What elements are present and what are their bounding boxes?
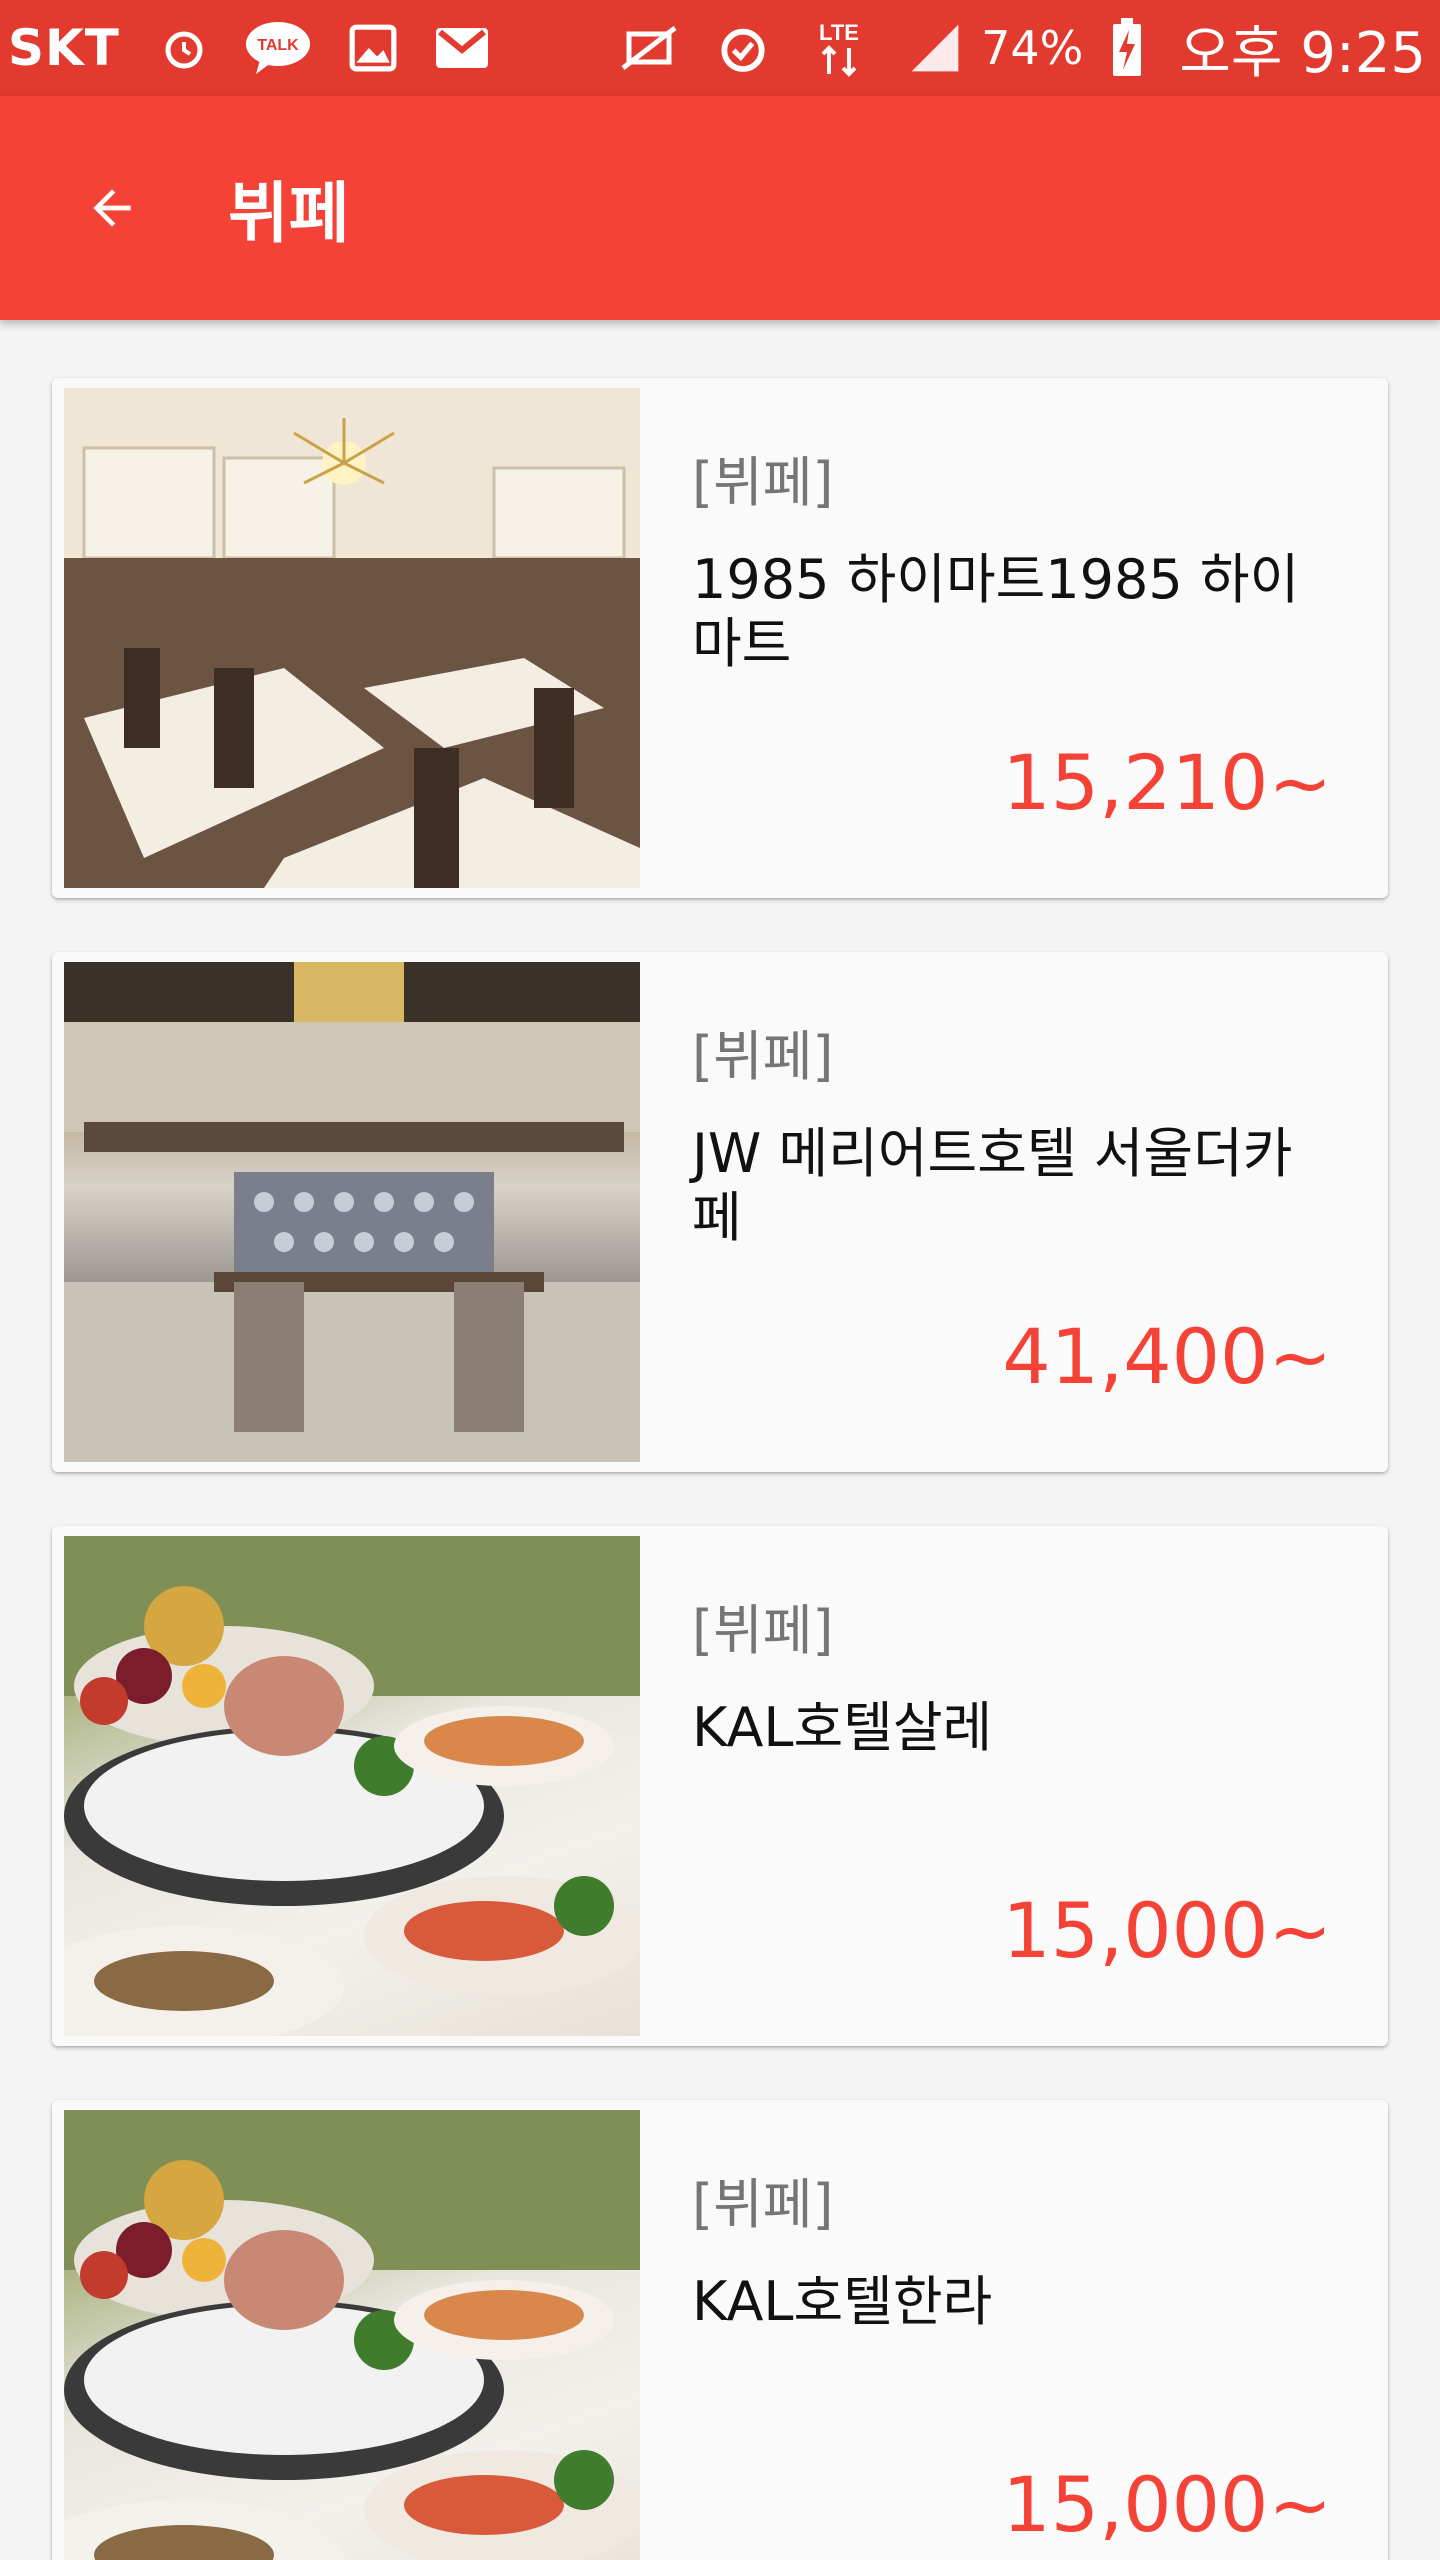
buffet-list[interactable]: [뷔페] 1985 하이마트1985 하이마트 15,210~ [뷔페] JW … bbox=[0, 320, 1440, 2560]
alarm-clock-icon bbox=[715, 20, 771, 76]
svg-text:LTE: LTE bbox=[819, 20, 859, 45]
app-bar: 뷔페 bbox=[0, 96, 1440, 320]
back-button[interactable] bbox=[56, 152, 168, 264]
item-name: KAL호텔살레 bbox=[692, 1696, 993, 1759]
restaurant-image bbox=[64, 388, 640, 888]
signal-icon bbox=[907, 20, 963, 76]
restaurant-image bbox=[64, 962, 640, 1462]
card-body: [뷔페] 1985 하이마트1985 하이마트 15,210~ bbox=[692, 378, 1372, 898]
card-body: [뷔페] KAL호텔한라 15,000~ bbox=[692, 2100, 1372, 2560]
item-price: 15,000~ bbox=[1002, 2460, 1332, 2549]
lte-icon: LTE bbox=[807, 17, 871, 79]
status-bar-left: SKT TALK bbox=[8, 19, 508, 77]
item-name: 1985 하이마트1985 하이마트 bbox=[692, 548, 1300, 675]
carrier-label: SKT bbox=[8, 19, 120, 77]
kakaotalk-icon: TALK bbox=[244, 20, 312, 76]
card-body: [뷔페] KAL호텔살레 15,000~ bbox=[692, 1526, 1372, 2046]
status-bar-right: LTE 74% 오후 9:25 bbox=[601, 8, 1426, 89]
list-item[interactable]: [뷔페] JW 메리어트호텔 서울더카페 41,400~ bbox=[52, 952, 1388, 1472]
gallery-icon bbox=[348, 23, 398, 73]
mute-icon bbox=[619, 23, 679, 73]
clock: 오후 9:25 bbox=[1179, 20, 1426, 86]
arrow-back-icon bbox=[93, 189, 131, 227]
buffet-food-image bbox=[64, 2110, 640, 2560]
item-category: [뷔페] bbox=[692, 451, 834, 514]
item-category: [뷔페] bbox=[692, 1025, 834, 1088]
battery-percent: 74% bbox=[981, 21, 1084, 75]
list-item[interactable]: [뷔페] 1985 하이마트1985 하이마트 15,210~ bbox=[52, 378, 1388, 898]
buffet-food-image bbox=[64, 1536, 640, 2036]
status-bar: SKT TALK LTE 74% 오후 9:25 bbox=[0, 0, 1440, 96]
card-body: [뷔페] JW 메리어트호텔 서울더카페 41,400~ bbox=[692, 952, 1372, 1472]
item-category: [뷔페] bbox=[692, 2173, 834, 2236]
item-price: 41,400~ bbox=[1002, 1312, 1332, 1401]
battery-charging-icon bbox=[1111, 18, 1143, 78]
list-item[interactable]: [뷔페] KAL호텔살레 15,000~ bbox=[52, 1526, 1388, 2046]
item-category: [뷔페] bbox=[692, 1599, 834, 1662]
item-name: JW 메리어트호텔 서울더카페 bbox=[692, 1122, 1293, 1249]
alarm-icon bbox=[160, 24, 208, 72]
list-item[interactable]: [뷔페] KAL호텔한라 15,000~ bbox=[52, 2100, 1388, 2560]
gmail-icon bbox=[434, 25, 490, 71]
item-name: KAL호텔한라 bbox=[692, 2270, 993, 2333]
item-price: 15,000~ bbox=[1002, 1886, 1332, 1975]
svg-text:TALK: TALK bbox=[257, 37, 299, 54]
item-price: 15,210~ bbox=[1002, 738, 1332, 827]
page-title: 뷔페 bbox=[228, 175, 350, 252]
